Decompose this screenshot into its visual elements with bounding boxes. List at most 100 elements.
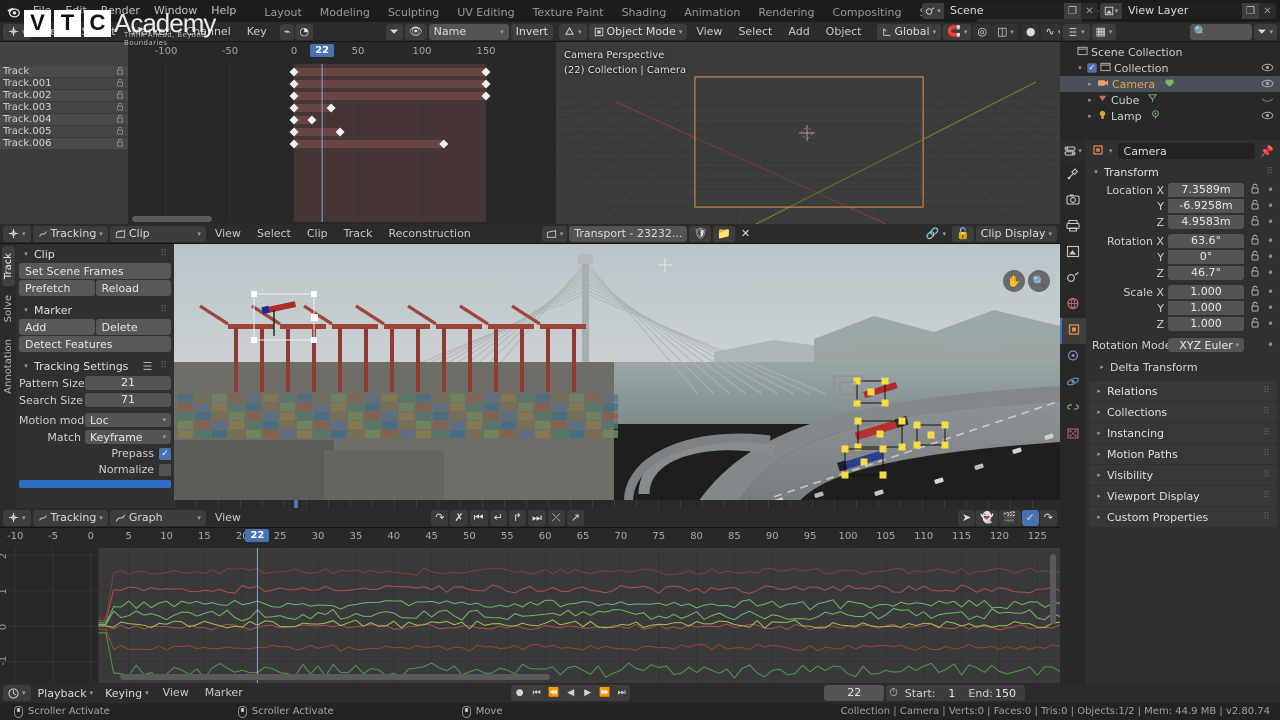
solve-icon[interactable]: ↗ (566, 509, 584, 526)
animate-dot-icon[interactable]: • (1265, 302, 1276, 314)
track-channel-row[interactable]: Track.004 (0, 114, 128, 126)
clip-display-button[interactable]: Clip Display ▾ (975, 225, 1057, 242)
motion-model-dropdown[interactable]: Loc ▾ (85, 413, 171, 427)
end-frame-value[interactable]: 150 (995, 687, 1022, 700)
graph-current-frame-indicator[interactable]: 22 (245, 529, 270, 542)
properties-tab-modifier[interactable] (1060, 344, 1086, 370)
dopesheet-ruler[interactable]: -100 -50 0 50 100 150 22 (128, 42, 556, 64)
animate-dot-icon[interactable]: • (1265, 200, 1276, 212)
ghost-curves-icon[interactable]: 👻 (976, 509, 998, 526)
object-data-icon[interactable] (1163, 77, 1176, 91)
pattern-size-field[interactable]: 21 (85, 376, 171, 390)
transform-field-value[interactable]: 1.000 (1168, 285, 1244, 299)
transform-panel-header[interactable]: ▾ Transform ⠿ (1086, 162, 1280, 182)
open-clip-icon[interactable]: 📁 (713, 225, 736, 242)
lock-icon[interactable] (116, 126, 124, 138)
reload-button[interactable]: Reload (95, 280, 171, 296)
filter-icon[interactable]: ⏷ (385, 23, 403, 40)
outliner-filter-icon[interactable]: ⏷ ▾ (1253, 23, 1277, 40)
snap-icon[interactable]: ⌁ (279, 23, 295, 40)
graph-canvas[interactable]: -1 0 1 2 (0, 548, 1060, 683)
clip-tab-track[interactable]: Track (2, 246, 15, 287)
track-forwards-icon[interactable]: ↷ (431, 509, 449, 526)
normalize-checkbox[interactable] (159, 463, 171, 476)
menu-render[interactable]: Render (94, 0, 147, 22)
expand-icon[interactable]: ▸ (1095, 450, 1103, 458)
properties-tab-output[interactable] (1060, 214, 1086, 240)
clip-name-field[interactable]: Transport - 23232... (569, 225, 688, 242)
play-reverse-icon[interactable]: ◀ (562, 685, 579, 701)
prev-keyframe-icon[interactable]: ⏪ (545, 685, 562, 701)
lock-icon[interactable] (116, 90, 124, 102)
fake-user-icon[interactable]: 🛡 (689, 225, 712, 242)
menu-view[interactable]: View (156, 685, 196, 701)
transform-field-value[interactable]: 46.7° (1168, 266, 1244, 280)
jump-end-icon[interactable]: ⏭ (613, 685, 630, 701)
auto-keying-icon[interactable]: ⏱ (889, 686, 898, 700)
properties-editor-type-button[interactable]: ▾ (1060, 140, 1086, 162)
view-layer-name[interactable]: View Layer (1122, 3, 1242, 19)
properties-tab-constraints[interactable] (1060, 396, 1086, 422)
object-data-icon[interactable] (1147, 93, 1158, 107)
expand-icon[interactable]: ▸ (1086, 80, 1094, 88)
clip-view-selector[interactable]: Clip ▾ (109, 225, 206, 242)
panel-motion-paths[interactable]: ▸ Motion Paths ⠿ (1089, 444, 1277, 464)
menu-view[interactable]: View (208, 510, 248, 526)
menu-view[interactable]: View (33, 24, 73, 40)
snap-magnet-icon[interactable]: 🧲 ▾ (943, 23, 972, 40)
expand-icon[interactable]: ▸ (1098, 363, 1106, 371)
clear-track-icon[interactable]: ✗ (450, 509, 468, 526)
collapse-icon[interactable]: ▾ (22, 362, 30, 370)
remove-view-layer-button[interactable]: ✕ (1259, 3, 1276, 19)
clip-datablock-icon[interactable]: ▾ (541, 225, 568, 242)
menu-reconstruction[interactable]: Reconstruction (381, 226, 477, 242)
jump-end-icon[interactable]: ⏭ (528, 509, 546, 526)
transform-field-value[interactable]: -6.9258m (1168, 199, 1244, 213)
object-data-icon[interactable] (1150, 109, 1161, 123)
graph-mode-selector[interactable]: Tracking ▾ (32, 509, 108, 526)
track-forward-step-icon[interactable]: ↱ (508, 509, 526, 526)
outliner-item-camera[interactable]: ▸ Camera (1060, 76, 1280, 92)
menu-playback[interactable]: Playback ▾ (33, 685, 99, 701)
menu-select[interactable]: Select (75, 24, 123, 40)
show-curves-icon[interactable]: ✓ (1021, 509, 1039, 526)
lock-icon[interactable] (1248, 266, 1261, 280)
track-channel-row[interactable]: Track (0, 66, 128, 78)
clip-mode-selector[interactable]: Tracking ▾ (32, 225, 108, 242)
lock-icon[interactable] (1248, 301, 1261, 315)
eye-visible-icon[interactable] (1261, 62, 1274, 75)
view-layer-selector[interactable]: ▾ View Layer ❐ ✕ (1100, 3, 1276, 19)
expand-icon[interactable]: ▾ (1076, 64, 1084, 72)
menu-marker[interactable]: Marker (198, 685, 250, 701)
proportional-edit-icon[interactable]: ◎ (973, 23, 991, 40)
eye-visible-icon[interactable] (1261, 110, 1274, 123)
panel-visibility[interactable]: ▸ Visibility ⠿ (1089, 465, 1277, 485)
record-icon[interactable]: ● (511, 685, 528, 701)
proportional-falloff-icon[interactable]: ◫ ▾ (992, 23, 1018, 40)
workspace-tab-rendering[interactable]: Rendering (749, 4, 823, 22)
animate-dot-icon[interactable]: • (1265, 339, 1276, 351)
graph-ruler[interactable]: -10 -5 0 5 10 15 20 25 30 35 40 45 50 55 60 65 70 75 80 85 9… (0, 528, 1060, 548)
dopesheet-hscrollbar[interactable] (132, 216, 212, 222)
jump-start-icon[interactable]: ⏮ (469, 509, 488, 526)
menu-select[interactable]: Select (731, 24, 779, 40)
unlink-clip-icon[interactable]: ✕ (737, 225, 755, 242)
workspace-tab-animation[interactable]: Animation (675, 4, 749, 22)
expand-icon[interactable]: ▸ (1086, 96, 1094, 104)
unlink-scene-button[interactable]: ✕ (1081, 3, 1098, 19)
workspace-tab-shading[interactable]: Shading (613, 4, 676, 22)
track-channel-row[interactable]: Track.003 (0, 102, 128, 114)
menu-view[interactable]: View (689, 24, 729, 40)
track-channel-row[interactable]: Track.002 (0, 90, 128, 102)
animate-dot-icon[interactable]: • (1265, 318, 1276, 330)
prefetch-button[interactable]: Prefetch (19, 280, 95, 296)
graph-view-selector[interactable]: Graph ▾ (109, 509, 206, 526)
pin-icon[interactable]: 📌 (1260, 145, 1274, 158)
expand-icon[interactable]: ▸ (1095, 471, 1103, 479)
add-marker-button[interactable]: Add (19, 319, 95, 335)
blender-logo-icon[interactable] (0, 0, 26, 22)
track-channel-row[interactable]: Track.005 (0, 126, 128, 138)
animate-dot-icon[interactable]: • (1265, 216, 1276, 228)
properties-tab-scene[interactable] (1060, 266, 1086, 292)
transform-field-value[interactable]: 7.3589m (1168, 183, 1244, 197)
